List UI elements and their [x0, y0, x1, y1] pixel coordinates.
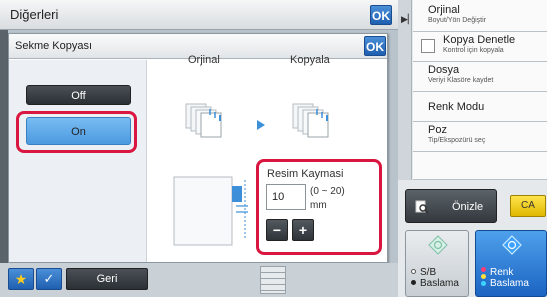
copy-label: Kopyala	[290, 54, 330, 66]
check-button[interactable]: ✓	[36, 268, 62, 290]
bw-dot-icon	[411, 280, 416, 285]
dialog-ok-button[interactable]: OK	[364, 36, 386, 56]
color-start-button[interactable]: Renk Baslama	[475, 230, 547, 297]
right-item-label: Poz	[428, 124, 447, 136]
right-item-color-mode[interactable]: Renk Modu	[413, 92, 547, 122]
top-ok-button[interactable]: OK	[370, 5, 392, 25]
shift-diagram-icon	[173, 176, 248, 246]
on-highlight-frame	[16, 111, 137, 153]
color-start-line1: Renk	[490, 267, 514, 278]
magnifier-icon	[415, 200, 429, 214]
image-shift-input[interactable]: 10	[266, 184, 306, 210]
back-button[interactable]: Geri	[66, 268, 148, 290]
background-strip	[0, 30, 8, 263]
arrow-right-icon	[257, 120, 265, 130]
original-label: Orjinal	[188, 54, 220, 66]
tray-slot	[261, 285, 285, 291]
right-item-label: Kopya Denetle	[443, 34, 516, 46]
bw-start-button[interactable]: S/B Baslama	[405, 230, 469, 297]
bw-start-label: S/B Baslama	[420, 267, 459, 289]
start-diamond-icon	[428, 235, 448, 255]
clear-all-area: CA	[502, 189, 547, 223]
right-item-label: Orjinal	[428, 4, 460, 16]
decrease-button[interactable]: −	[266, 219, 288, 241]
image-shift-title: Resim Kaymasi	[267, 168, 344, 180]
favorite-star-button[interactable]: ★	[8, 268, 34, 290]
bw-dot-icon	[411, 269, 416, 274]
right-item-empty	[413, 152, 547, 180]
preview-label: Önizle	[452, 201, 484, 213]
right-item-sublabel: Tip/Ekspozürü seç	[428, 137, 486, 144]
original-pages-icon	[185, 103, 222, 138]
bw-start-line1: S/B	[420, 267, 437, 278]
right-item-label: Dosya	[428, 64, 460, 76]
color-start-line2: Baslama	[490, 278, 529, 289]
color-dot-icon	[481, 267, 486, 272]
right-item-copy-check[interactable]: Kopya Denetle Kontrol için kopyala	[413, 32, 547, 62]
copy-pages-icon	[292, 103, 329, 138]
right-item-exposure[interactable]: Poz Tip/Ekspozürü seç	[413, 122, 547, 152]
right-item-sublabel: Kontrol için kopyala	[443, 47, 504, 54]
right-item-label: Renk Modu	[428, 101, 485, 113]
right-item-file[interactable]: Dosya Veriyi Klasöre kaydet	[413, 62, 547, 92]
screen: Diğerleri OK ▶▏ Orjinal Boyut/Yön Değişt…	[0, 0, 547, 297]
preview-button[interactable]: Önizle	[405, 189, 497, 223]
right-item-sublabel: Veriyi Klasöre kaydet	[428, 77, 494, 84]
paper-tray-icon	[260, 266, 286, 294]
increase-button[interactable]: +	[292, 219, 314, 241]
image-shift-range: (0 ~ 20)	[310, 186, 345, 197]
image-shift-unit: mm	[310, 200, 327, 211]
off-button[interactable]: Off	[26, 85, 131, 105]
color-dot-icon	[481, 274, 486, 279]
clear-all-button[interactable]: CA	[510, 195, 546, 217]
right-item-sublabel: Boyut/Yön Değiştir	[428, 17, 486, 24]
color-start-label: Renk Baslama	[490, 267, 529, 289]
copy-check-checkbox[interactable]	[421, 39, 435, 53]
top-bar: Diğerleri OK	[0, 0, 398, 30]
panel-handle[interactable]: ▶▏	[398, 0, 415, 180]
dialog-title: Sekme Kopyası	[15, 40, 93, 52]
top-bar-title: Diğerleri	[10, 7, 59, 22]
color-dot-icon	[481, 281, 486, 286]
bw-start-line2: Baslama	[420, 278, 459, 289]
start-diamond-icon	[502, 235, 522, 255]
right-item-original[interactable]: Orjinal Boyut/Yön Değiştir	[413, 0, 547, 32]
